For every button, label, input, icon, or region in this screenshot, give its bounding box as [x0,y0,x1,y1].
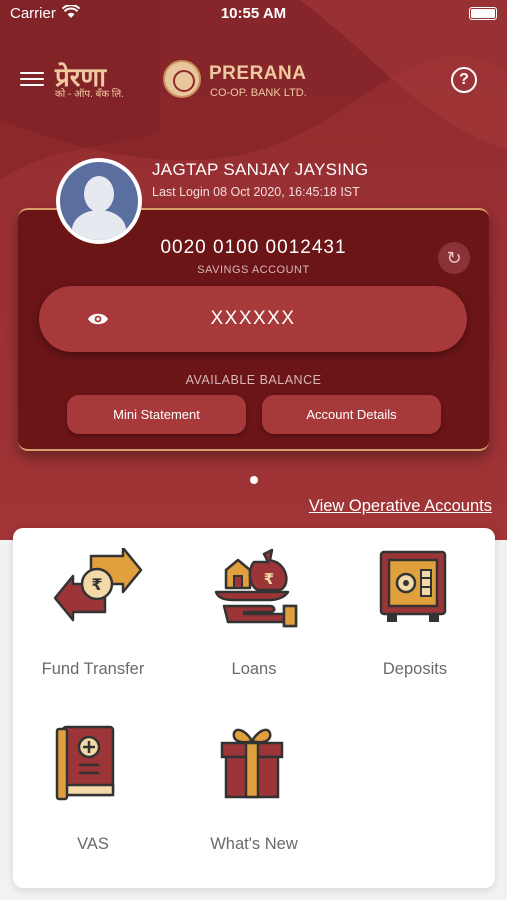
bank-seal-icon [163,60,201,98]
hamburger-menu-icon[interactable] [20,68,44,90]
service-label: VAS [77,835,109,853]
carousel-page-indicator [250,476,258,484]
user-name: JAGTAP SANJAY JAYSING [152,160,369,179]
fund-transfer-icon: ₹ [53,548,143,622]
svg-text:₹: ₹ [91,575,102,594]
deposits-safe-icon [379,550,447,622]
logo-brand-subtext: CO-OP. BANK LTD. [210,87,307,99]
services-grid: ₹ Fund Transfer ₹ Loans Deposits VAS Wha… [13,528,495,888]
service-label: Fund Transfer [41,660,145,678]
loans-icon: ₹ [214,548,298,628]
logo-hindi-subtext: को - ऑप. बँक लि. [55,89,124,100]
service-label: What's New [210,835,298,853]
avatar[interactable] [56,158,142,244]
gift-icon [220,728,284,799]
mini-statement-button[interactable]: Mini Statement [67,395,246,434]
service-label: Deposits [382,660,448,678]
svg-text:₹: ₹ [264,570,274,588]
balance-toggle-button[interactable]: XXXXXX [39,286,467,352]
last-login: Last Login 08 Oct 2020, 16:45:18 IST [152,185,360,199]
service-whats-new[interactable]: What's New [174,703,334,863]
refresh-icon[interactable]: ↻ [438,242,470,274]
service-label: Loans [231,660,277,678]
service-loans[interactable]: ₹ Loans [174,528,334,688]
account-type: SAVINGS ACCOUNT [197,264,310,276]
battery-icon [469,7,497,20]
vas-book-icon [55,725,115,801]
balance-value: XXXXXX [210,308,296,329]
service-deposits[interactable]: Deposits [335,528,495,688]
available-balance-label: AVAILABLE BALANCE [185,373,322,387]
account-number: 0020 0100 0012431 [160,237,347,258]
user-silhouette-icon [60,162,138,240]
account-details-button[interactable]: Account Details [262,395,441,434]
view-operative-accounts-link[interactable]: View Operative Accounts [309,497,492,516]
bank-logo: प्रेरणा को - ऑप. बँक लि. PRERANA CO-OP. … [55,58,315,102]
clock: 10:55 AM [220,5,287,22]
service-vas[interactable]: VAS [13,703,173,863]
service-fund-transfer[interactable]: ₹ Fund Transfer [13,528,173,688]
logo-brand-text: PRERANA [209,63,307,84]
status-bar: Carrier 10:55 AM [0,0,507,28]
help-icon[interactable]: ? [451,67,477,93]
